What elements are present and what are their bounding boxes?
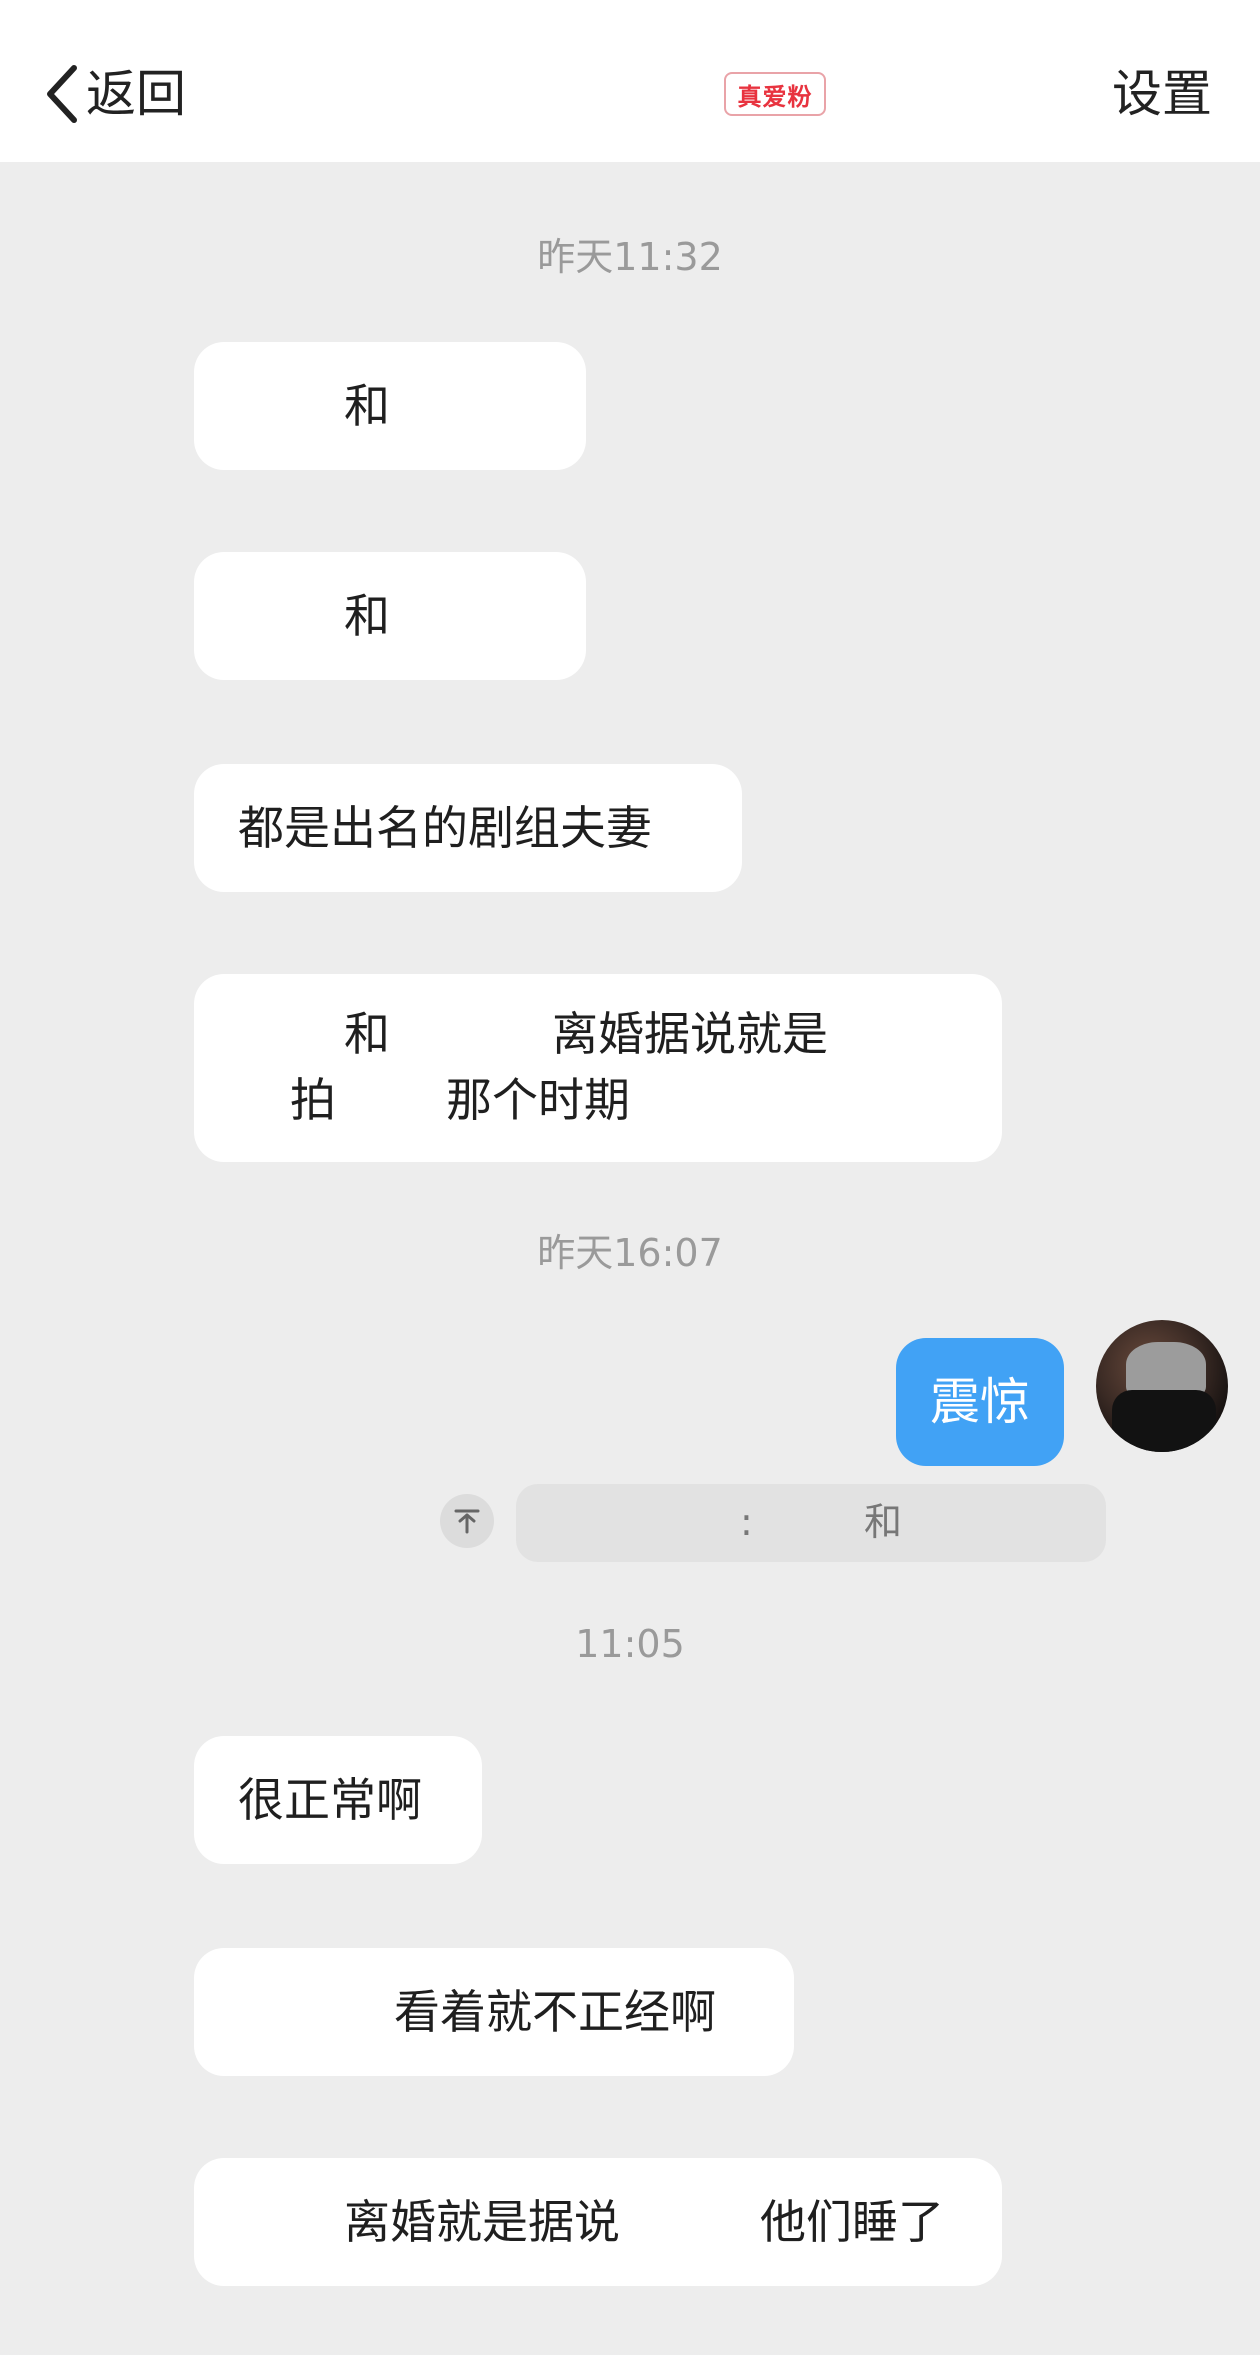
avatar-image-shorts [1112, 1390, 1216, 1452]
timestamp: 11:05 [575, 1622, 685, 1666]
message-bubble[interactable]: 很正常啊 [194, 1736, 482, 1864]
quote-colon: : [740, 1500, 753, 1544]
my-message-bubble[interactable]: 震惊 [896, 1338, 1064, 1466]
message-text: 和 [344, 379, 390, 433]
avatar[interactable] [1096, 1320, 1228, 1452]
message-text: 都是出名的剧组夫妻 [238, 801, 652, 855]
chevron-left-icon [44, 62, 80, 126]
message-text: 和 [344, 589, 390, 643]
message-text: 那个时期 [446, 1073, 630, 1127]
message-text: 离婚据说就是 [552, 1007, 828, 1061]
message-bubble[interactable]: 和 [194, 342, 586, 470]
quoted-message[interactable]: : 和 [516, 1484, 1106, 1562]
fan-badge: 真爱粉 [724, 72, 826, 116]
message-text: 和 [344, 1007, 390, 1061]
back-label: 返回 [86, 65, 186, 123]
timestamp: 昨天11:32 [537, 235, 723, 279]
timestamp: 昨天16:07 [537, 1231, 723, 1275]
message-text: 离婚就是据说 [344, 2195, 620, 2249]
message-bubble[interactable]: 离婚就是据说 他们睡了 [194, 2158, 1002, 2286]
settings-button[interactable]: 设置 [1112, 58, 1212, 130]
message-bubble[interactable]: 都是出名的剧组夫妻 [194, 764, 742, 892]
message-bubble[interactable]: 看着就不正经啊 [194, 1948, 794, 2076]
message-text: 震惊 [930, 1373, 1030, 1431]
message-text: 他们睡了 [760, 2195, 944, 2249]
back-button[interactable]: 返回 [44, 58, 186, 130]
message-text: 看着就不正经啊 [394, 1985, 716, 2039]
message-bubble[interactable]: 和 离婚据说就是 拍 那个时期 [194, 974, 1002, 1162]
message-bubble[interactable]: 和 [194, 552, 586, 680]
message-text: 拍 [290, 1073, 336, 1127]
top-bar: 返回 真爱粉 设置 [0, 0, 1260, 162]
quote-arrow-icon[interactable] [440, 1494, 494, 1548]
quote-text: 和 [864, 1500, 903, 1544]
message-text: 很正常啊 [238, 1773, 422, 1827]
quoted-reply: : 和 [440, 1484, 1106, 1562]
